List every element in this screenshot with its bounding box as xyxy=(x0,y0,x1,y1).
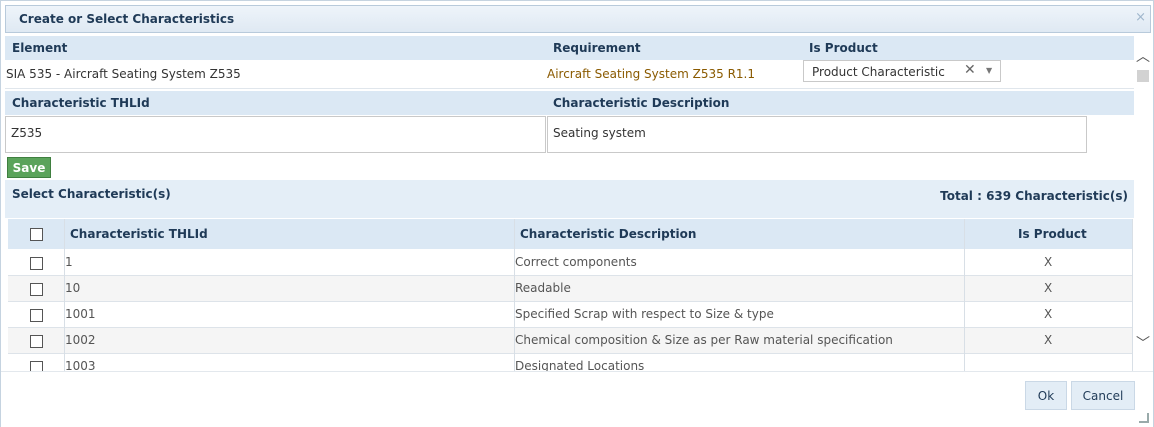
dialog-content: Element Requirement Is Product SIA 535 -… xyxy=(5,36,1134,371)
cell-thlid: 1002 xyxy=(65,333,96,347)
cell-thlid: 1 xyxy=(65,255,73,269)
cell-description: Readable xyxy=(515,281,571,295)
col-header-is-product: Is Product xyxy=(1018,227,1087,241)
char-thlid-label: Characteristic THLId xyxy=(12,96,150,110)
cell-is-product: X xyxy=(1044,333,1053,347)
char-desc-input-value: Seating system xyxy=(553,126,646,140)
cell-description: Chemical composition & Size as per Raw m… xyxy=(515,333,893,347)
cell-thlid: 1001 xyxy=(65,307,96,321)
char-thlid-input-value: Z535 xyxy=(11,126,43,140)
element-label: Element xyxy=(12,41,68,55)
save-button[interactable]: Save xyxy=(7,157,51,178)
characteristics-dialog: Create or Select Characteristics × Eleme… xyxy=(0,0,1154,427)
cell-is-product: X xyxy=(1044,255,1053,269)
column-divider xyxy=(514,219,515,371)
cell-thlid: 1003 xyxy=(65,359,96,371)
scrollbar-thumb[interactable] xyxy=(1137,70,1149,82)
column-divider xyxy=(964,219,965,371)
requirement-value: Aircraft Seating System Z535 R1.1 xyxy=(547,67,755,81)
dialog-title: Create or Select Characteristics xyxy=(19,12,235,26)
row-checkbox[interactable] xyxy=(30,361,43,371)
select-all-checkbox[interactable] xyxy=(30,228,43,241)
clear-icon[interactable]: ✕ xyxy=(964,62,976,78)
scroll-down-icon[interactable]: ﹀ xyxy=(1136,333,1150,353)
dialog-footer: Ok Cancel xyxy=(1,371,1153,427)
total-count: Total : 639 Characteristic(s) xyxy=(940,189,1128,203)
requirement-label: Requirement xyxy=(553,41,641,55)
dialog-titlebar[interactable]: Create or Select Characteristics × xyxy=(5,5,1151,33)
ok-button[interactable]: Ok xyxy=(1025,381,1067,410)
cancel-button[interactable]: Cancel xyxy=(1071,381,1135,410)
cell-is-product: X xyxy=(1044,281,1053,295)
row-checkbox[interactable] xyxy=(30,257,43,270)
select-characteristics-title: Select Characteristic(s) xyxy=(12,187,171,201)
select-characteristics-bar: Select Characteristic(s) Total : 639 Cha… xyxy=(5,180,1134,218)
element-header-row: Element Requirement Is Product xyxy=(5,36,1134,60)
is-product-select[interactable]: Product Characteristic ✕ ▼ xyxy=(803,60,1001,82)
char-thlid-input[interactable]: Z535 xyxy=(5,116,546,153)
resize-grip-icon[interactable] xyxy=(1139,413,1149,423)
col-header-thlid: Characteristic THLId xyxy=(70,227,208,241)
column-divider xyxy=(1132,219,1133,371)
element-value: SIA 535 - Aircraft Seating System Z535 xyxy=(6,67,241,81)
char-desc-input[interactable]: Seating system xyxy=(547,116,1087,153)
row-checkbox[interactable] xyxy=(30,309,43,322)
cell-is-product: X xyxy=(1044,307,1053,321)
characteristic-header-row: Characteristic THLId Characteristic Desc… xyxy=(5,91,1134,115)
element-value-row: SIA 535 - Aircraft Seating System Z535 A… xyxy=(5,60,1134,89)
chevron-down-icon[interactable]: ▼ xyxy=(986,66,992,75)
row-checkbox[interactable] xyxy=(30,335,43,348)
vertical-scrollbar[interactable]: ︿ ﹀ xyxy=(1135,44,1151,356)
scroll-up-icon[interactable]: ︿ xyxy=(1136,46,1150,66)
cell-description: Correct components xyxy=(515,255,637,269)
column-divider xyxy=(64,219,65,371)
cell-description: Designated Locations xyxy=(515,359,645,371)
is-product-selected-value: Product Characteristic xyxy=(812,65,945,79)
is-product-label: Is Product xyxy=(809,41,878,55)
char-desc-label: Characteristic Description xyxy=(553,96,730,110)
cell-description: Specified Scrap with respect to Size & t… xyxy=(515,307,774,321)
row-checkbox[interactable] xyxy=(30,283,43,296)
close-icon[interactable]: × xyxy=(1135,10,1146,25)
col-header-description: Characteristic Description xyxy=(520,227,697,241)
cell-thlid: 10 xyxy=(65,281,81,295)
